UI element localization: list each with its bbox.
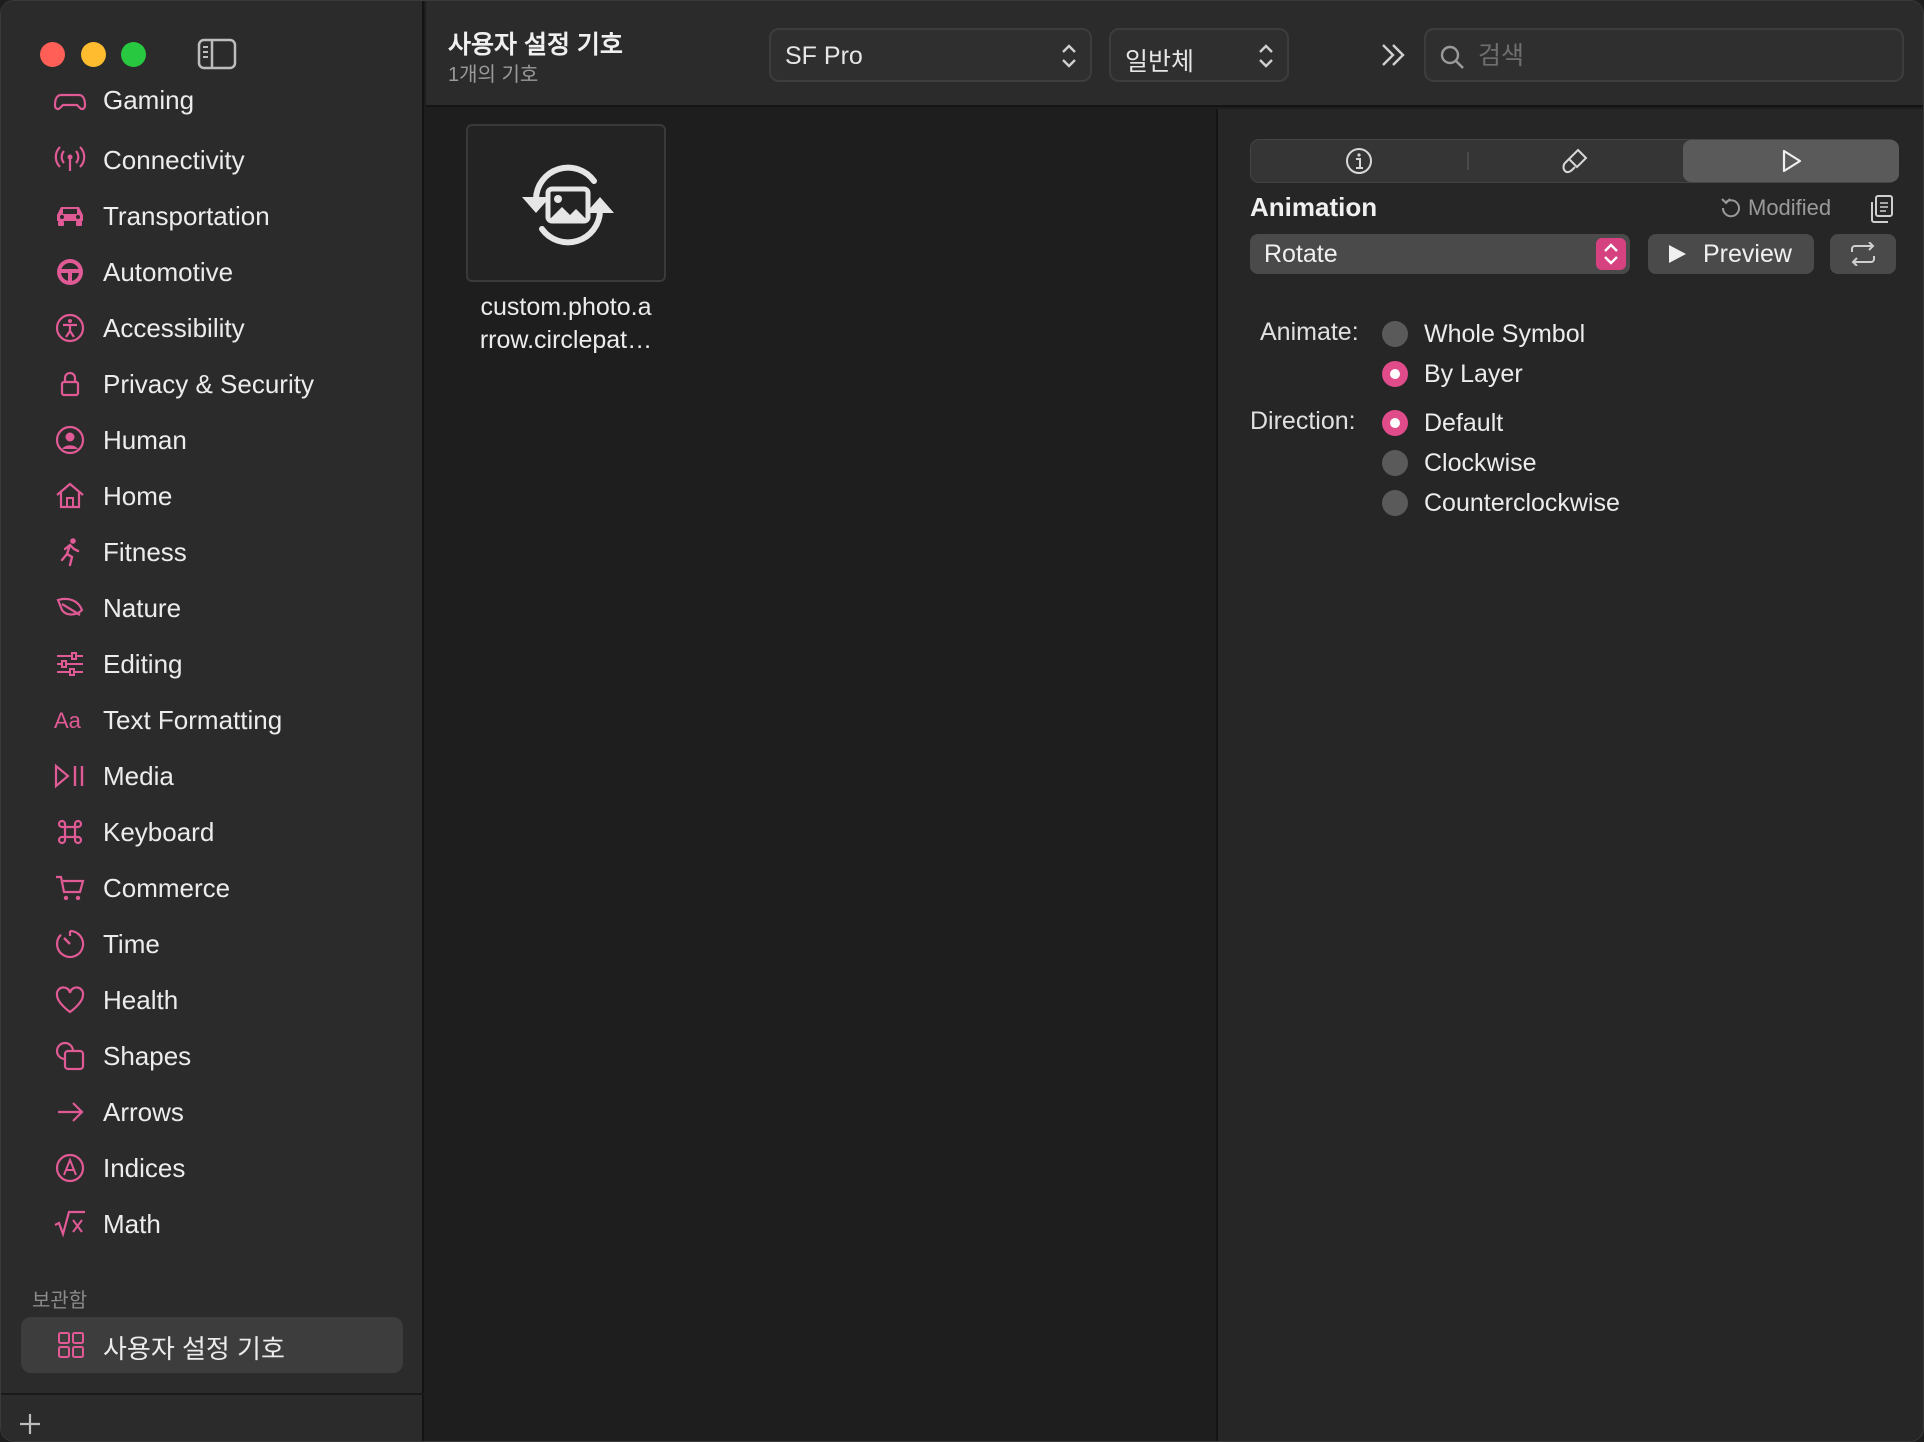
font-popup[interactable]: SF Pro [769,28,1092,82]
person-circle-icon [53,423,87,457]
sidebar-item-accessibility[interactable]: Accessibility [1,302,424,354]
info-icon [1346,148,1372,174]
sidebar-item-human[interactable]: Human [1,414,424,466]
accessibility-icon [53,311,87,345]
sidebar-item-indices[interactable]: Indices [1,1142,424,1194]
inspector-tabs [1250,139,1899,183]
animation-type-select[interactable]: Rotate [1250,234,1630,274]
library-section-label: 보관함 [32,1290,88,1312]
timer-icon [53,927,87,961]
search-icon [1438,43,1466,71]
radio-clockwise[interactable]: Clockwise [1382,447,1537,479]
search-input[interactable] [1478,40,1878,72]
sidebar-item-privacy-security[interactable]: Privacy & Security [1,358,424,410]
sidebar-item-transportation[interactable]: Transportation [1,190,424,242]
lock-icon [53,367,87,401]
sidebar-item-automotive[interactable]: Automotive [1,246,424,298]
leaf-icon [53,591,87,625]
arrow-right-icon [53,1095,87,1129]
sidebar-item-nature[interactable]: Nature [1,582,424,634]
house-icon [53,479,87,513]
close-window-button[interactable] [40,42,65,67]
preview-button[interactable]: Preview [1648,234,1814,274]
symbol-name: custom.photo.a rrow.circlepat… [479,293,653,354]
symbol-tile[interactable] [466,124,666,282]
sidebar-item-health[interactable]: Health [1,974,424,1026]
radio-whole-symbol[interactable]: Whole Symbol [1382,318,1585,350]
chevron-double-right-icon[interactable] [1375,37,1411,73]
chevron-updown-icon [1257,42,1275,70]
modified-button[interactable]: Modified [1720,195,1831,221]
inspector-panel: Animation Modified Rotate Preview Animat… [1216,109,1923,1441]
playpause-icon [53,759,87,793]
paintbrush-icon [1562,148,1588,174]
sidebar-item-keyboard[interactable]: Keyboard [1,806,424,858]
sidebar-category-list: Gaming Connectivity Transportation Autom… [1,77,424,1277]
cart-icon [53,871,87,905]
animation-heading: Animation [1250,192,1378,222]
textformat-icon: Aa [53,703,87,737]
zoom-window-button[interactable] [121,42,146,67]
heart-icon [53,983,87,1017]
add-icon[interactable] [15,1409,45,1439]
steeringwheel-icon [53,255,87,289]
play-icon [1782,149,1802,173]
sidebar: Gaming Connectivity Transportation Autom… [1,1,424,1441]
figure-run-icon [53,535,87,569]
sidebar-divider [1,1393,424,1395]
app-window: Gaming Connectivity Transportation Autom… [0,0,1924,1442]
antenna-icon [53,143,87,177]
weight-popup[interactable]: 일반체 [1109,28,1289,82]
sidebar-item-home[interactable]: Home [1,470,424,522]
sidebar-item-connectivity[interactable]: Connectivity [1,134,424,186]
command-icon [53,815,87,849]
minimize-window-button[interactable] [81,42,106,67]
tab-animation[interactable] [1683,140,1899,182]
car-icon [53,199,87,233]
radio-counterclockwise[interactable]: Counterclockwise [1382,487,1620,519]
a-circle-icon [53,1151,87,1185]
sidebar-item-fitness[interactable]: Fitness [1,526,424,578]
chevron-updown-icon [1060,42,1078,70]
radio-default[interactable]: Default [1382,407,1503,439]
search-field[interactable] [1424,28,1904,82]
sidebar-item-gaming[interactable]: Gaming [1,77,424,126]
revert-icon [1721,198,1740,218]
repeat-icon [1851,242,1875,266]
tab-rendering[interactable] [1467,140,1683,182]
sidebar-item-time[interactable]: Time [1,918,424,970]
sidebar-toggle-icon[interactable] [197,38,237,70]
sidebar-item-media[interactable]: Media [1,750,424,802]
sliders-icon [53,647,87,681]
animate-label: Animate: [1260,318,1359,346]
sidebar-item-editing[interactable]: Editing [1,638,424,690]
sidebar-item-custom-symbols[interactable]: 사용자 설정 기호 [21,1317,403,1373]
sidebar-item-shapes[interactable]: Shapes [1,1030,424,1082]
page-title: 사용자 설정 기호 [448,31,623,59]
photo-arrow-circlepath-icon [522,164,614,246]
radio-by-layer[interactable]: By Layer [1382,358,1523,390]
sidebar-item-text-formatting[interactable]: Aa Text Formatting [1,694,424,746]
tab-info[interactable] [1251,140,1467,182]
svg-text:Aa: Aa [54,708,82,733]
squareroot-icon [53,1207,87,1241]
symbol-grid: custom.photo.a rrow.circlepat… [426,109,1216,1441]
direction-label: Direction: [1250,407,1356,435]
shapes-icon [53,1039,87,1073]
play-fill-icon [1669,245,1686,263]
sidebar-item-arrows[interactable]: Arrows [1,1086,424,1138]
chevron-updown-icon [1596,238,1626,270]
sidebar-item-math[interactable]: Math [1,1198,424,1250]
grid-icon [55,1329,87,1361]
copy-icon[interactable] [1866,192,1898,226]
symbol-count: 1개의 기호 [448,64,539,86]
repeat-button[interactable] [1830,234,1896,274]
sidebar-item-commerce[interactable]: Commerce [1,862,424,914]
gamecontroller-icon [53,83,87,117]
toolbar: 사용자 설정 기호 1개의 기호 SF Pro 일반체 [426,1,1923,107]
